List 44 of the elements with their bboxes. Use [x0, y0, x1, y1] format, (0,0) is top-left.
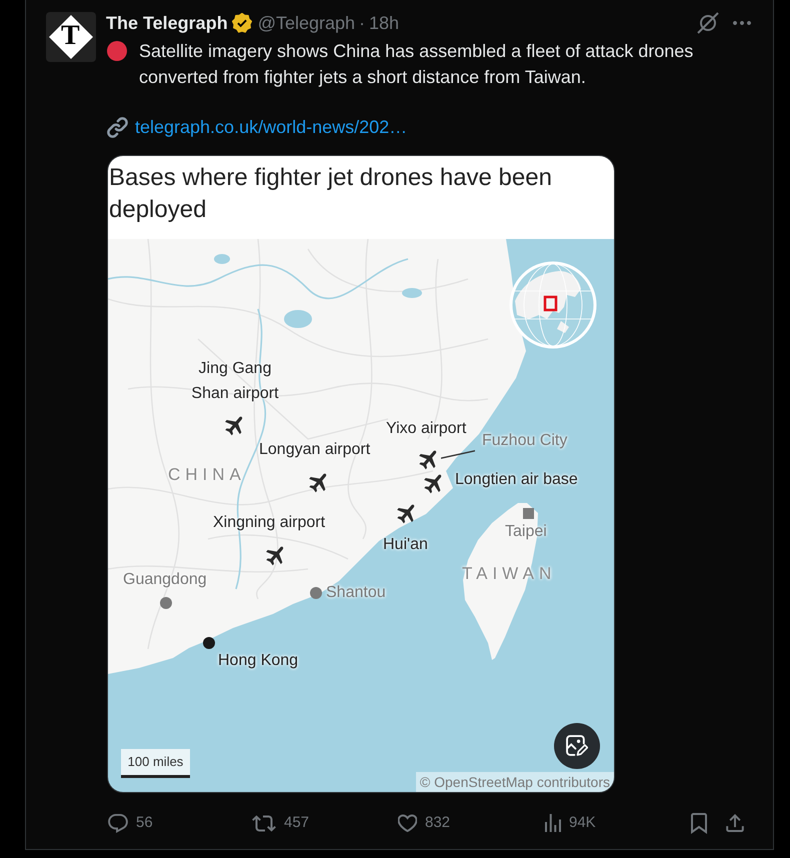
base-label: Hui'an: [383, 535, 428, 555]
city-label: Fuzhou City: [482, 431, 568, 451]
city-label: Hong Kong: [218, 651, 298, 671]
diamond-icon: [49, 15, 93, 59]
upload-icon[interactable]: [726, 814, 744, 832]
city-label: Guangdong: [123, 570, 207, 590]
city-label: Shantou: [326, 583, 386, 603]
loop-arrows-icon: [252, 814, 276, 832]
post-text: Satellite imagery shows China has assembled a fleet of attack drones converted from fighter jets a short distance from Taiwan.: [139, 40, 694, 89]
speech-bubble-icon: [108, 814, 128, 832]
views-button[interactable]: 94K: [545, 813, 596, 833]
base-label: Yixo airport: [386, 419, 466, 439]
logo-letter: T: [61, 22, 80, 50]
locator-globe-icon: [509, 261, 597, 349]
separator: ·: [359, 12, 366, 34]
more-icon[interactable]: [733, 21, 751, 25]
scale-bar: 100 miles: [121, 749, 190, 778]
square-marker-icon: [523, 508, 534, 519]
base-label: Longyan airport: [259, 440, 370, 460]
base-label: Jing Gang Shan airport: [190, 359, 280, 404]
avatar[interactable]: T: [46, 12, 96, 62]
chain-link-icon: [107, 116, 128, 138]
reply-button[interactable]: 56: [108, 813, 153, 833]
image-edit-icon: [566, 735, 588, 757]
lake-shape: [214, 254, 230, 264]
slashed-circle-icon[interactable]: [697, 12, 719, 34]
article-link[interactable]: telegraph.co.uk/world-news/202…: [135, 114, 408, 140]
dot-emoji-icon: [107, 41, 127, 61]
base-label: Longtien air base: [455, 470, 578, 490]
map-credit: © OpenStreetMap contributors: [416, 772, 614, 792]
like-button[interactable]: 832: [398, 813, 450, 833]
repost-button[interactable]: 457: [252, 813, 310, 833]
map-title: Bases where fighter jet drones have been deployed: [108, 156, 614, 239]
author-handle[interactable]: @Telegraph: [258, 12, 356, 34]
post-time[interactable]: 18h: [369, 12, 400, 34]
lake-shape: [284, 310, 312, 328]
bar-chart-icon: [545, 814, 561, 832]
region-label: CHINA: [168, 465, 246, 485]
author-name[interactable]: The Telegraph: [106, 12, 228, 34]
bookmark-icon[interactable]: [691, 812, 707, 834]
lake-shape: [402, 288, 422, 298]
base-label: Xingning airport: [213, 513, 326, 533]
leader-line: [441, 450, 475, 459]
heart-icon: [398, 814, 417, 832]
